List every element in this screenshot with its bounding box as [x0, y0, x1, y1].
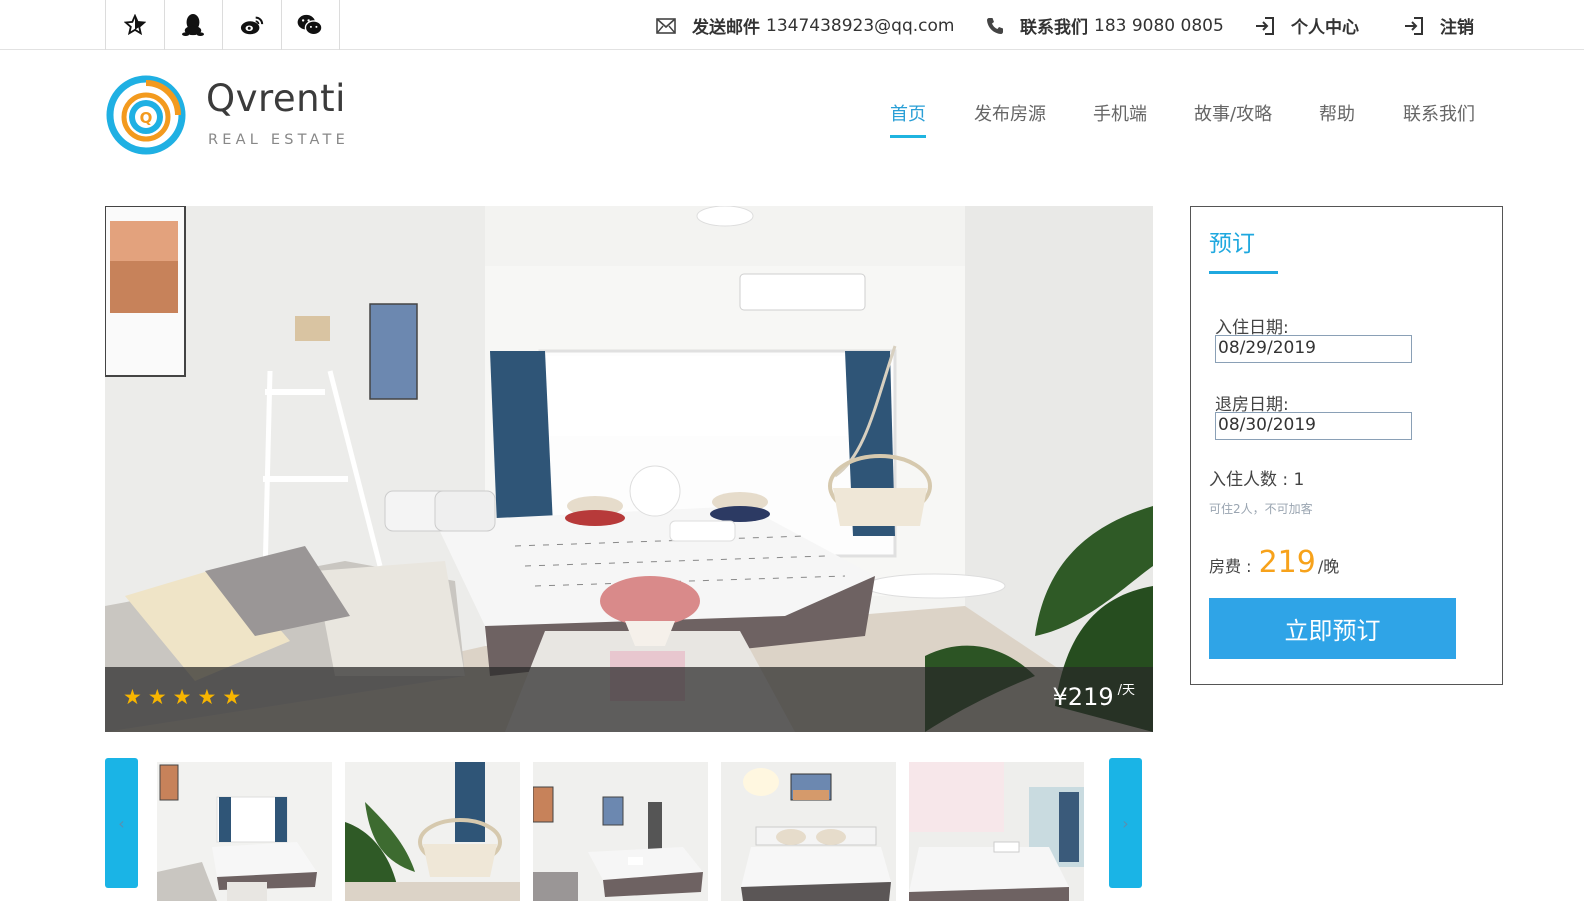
brand-tagline: REAL ESTATE: [208, 132, 349, 148]
thumbnail-image: [157, 762, 332, 901]
svg-text:Q: Q: [140, 109, 153, 127]
logout-label: 注销: [1440, 18, 1474, 38]
thumbnail-image: [533, 762, 708, 901]
booking-title-underline: [1209, 271, 1278, 274]
gallery-next-button[interactable]: ›: [1109, 758, 1142, 888]
gallery-prev-button[interactable]: ‹: [105, 758, 138, 888]
phone-label: 联系我们: [1020, 18, 1088, 38]
nav-item-stories[interactable]: 故事/攻略: [1194, 100, 1272, 126]
user-center-link[interactable]: 个人中心: [1255, 13, 1365, 38]
login-icon: [1255, 16, 1275, 36]
site-logo[interactable]: Q Qvrenti REAL ESTATE: [106, 75, 366, 157]
nav-item-contact[interactable]: 联系我们: [1403, 100, 1475, 126]
top-bar: 发送邮件 1347438923@qq.com 联系我们 183 9080 080…: [0, 0, 1584, 50]
phone-icon: [986, 17, 1004, 35]
photo-price: ¥219/天: [1053, 683, 1135, 711]
gallery-thumbnail[interactable]: [909, 762, 1084, 901]
thumbnail-image: [909, 762, 1084, 901]
user-center-label: 个人中心: [1291, 18, 1359, 38]
price-symbol: ¥: [1052, 683, 1068, 711]
logout-icon: [1404, 16, 1424, 36]
nav-item-home[interactable]: 首页: [890, 100, 926, 138]
brand-name: Qvrenti: [206, 77, 346, 120]
wechat-icon: [297, 14, 323, 36]
photo-overlay-bar: ★ ★ ★ ★ ★ ¥219/天: [105, 667, 1153, 732]
fee-value: 219: [1258, 545, 1316, 580]
gallery-thumbnail[interactable]: [721, 762, 896, 901]
gallery-thumbnail[interactable]: [157, 762, 332, 901]
guests-value: 1: [1293, 470, 1305, 490]
fee-unit: /晚: [1317, 557, 1340, 576]
checkin-date-input[interactable]: 08/29/2019: [1215, 335, 1412, 363]
nav-item-publish[interactable]: 发布房源: [974, 100, 1046, 126]
chevron-left-icon: ‹: [118, 813, 125, 833]
book-now-button[interactable]: 立即预订: [1209, 598, 1456, 659]
contact-phone-link[interactable]: 联系我们 183 9080 0805: [986, 13, 1224, 38]
chevron-right-icon: ›: [1122, 813, 1129, 833]
checkout-date-input[interactable]: 08/30/2019: [1215, 412, 1412, 440]
phone-number: 183 9080 0805: [1094, 15, 1224, 36]
room-fee: 房费 : 219/晚: [1209, 545, 1339, 580]
booking-panel: 预订 入住日期: 08/29/2019 退房日期: 08/30/2019 入住人…: [1190, 206, 1503, 685]
qq-icon: [182, 14, 205, 36]
qq-button[interactable]: [165, 0, 223, 50]
weibo-icon: [240, 16, 263, 35]
envelope-icon: [656, 17, 676, 34]
gallery-thumbnail[interactable]: [345, 762, 520, 901]
star-icon: ★: [123, 685, 142, 709]
star-icon: ★: [147, 685, 167, 709]
nav-item-help[interactable]: 帮助: [1319, 100, 1355, 126]
guests-note: 可住2人，不可加客: [1209, 502, 1313, 516]
price-unit: /天: [1117, 683, 1135, 698]
email-label: 发送邮件: [692, 18, 760, 38]
rating-stars: ★ ★ ★ ★ ★: [123, 687, 241, 708]
fee-label: 房费 :: [1209, 557, 1257, 576]
weibo-button[interactable]: [223, 0, 282, 50]
price-value: 219: [1067, 683, 1114, 711]
thumbnail-image: [345, 762, 520, 901]
social-links: [105, 0, 340, 50]
send-email-link[interactable]: 发送邮件 1347438923@qq.com: [656, 13, 954, 38]
star-icon: ★: [172, 685, 192, 709]
guest-count: 入住人数 : 1: [1209, 465, 1304, 490]
nav-item-mobile[interactable]: 手机端: [1093, 100, 1147, 126]
guests-label: 入住人数 :: [1209, 470, 1294, 490]
star-icon: ★: [222, 685, 242, 709]
main-photo[interactable]: ★ ★ ★ ★ ★ ¥219/天: [105, 206, 1153, 732]
logout-link[interactable]: 注销: [1404, 13, 1480, 38]
thumbnail-image: [721, 762, 896, 901]
wechat-button[interactable]: [282, 0, 340, 50]
star-icon: [123, 14, 146, 36]
logo-mark-icon: Q: [106, 75, 186, 155]
favorite-button[interactable]: [106, 0, 165, 50]
gallery-thumbnail[interactable]: [533, 762, 708, 901]
booking-title: 预订: [1209, 231, 1255, 257]
email-address: 1347438923@qq.com: [766, 15, 955, 36]
room-photo: [105, 206, 1153, 732]
star-icon: ★: [197, 685, 217, 709]
